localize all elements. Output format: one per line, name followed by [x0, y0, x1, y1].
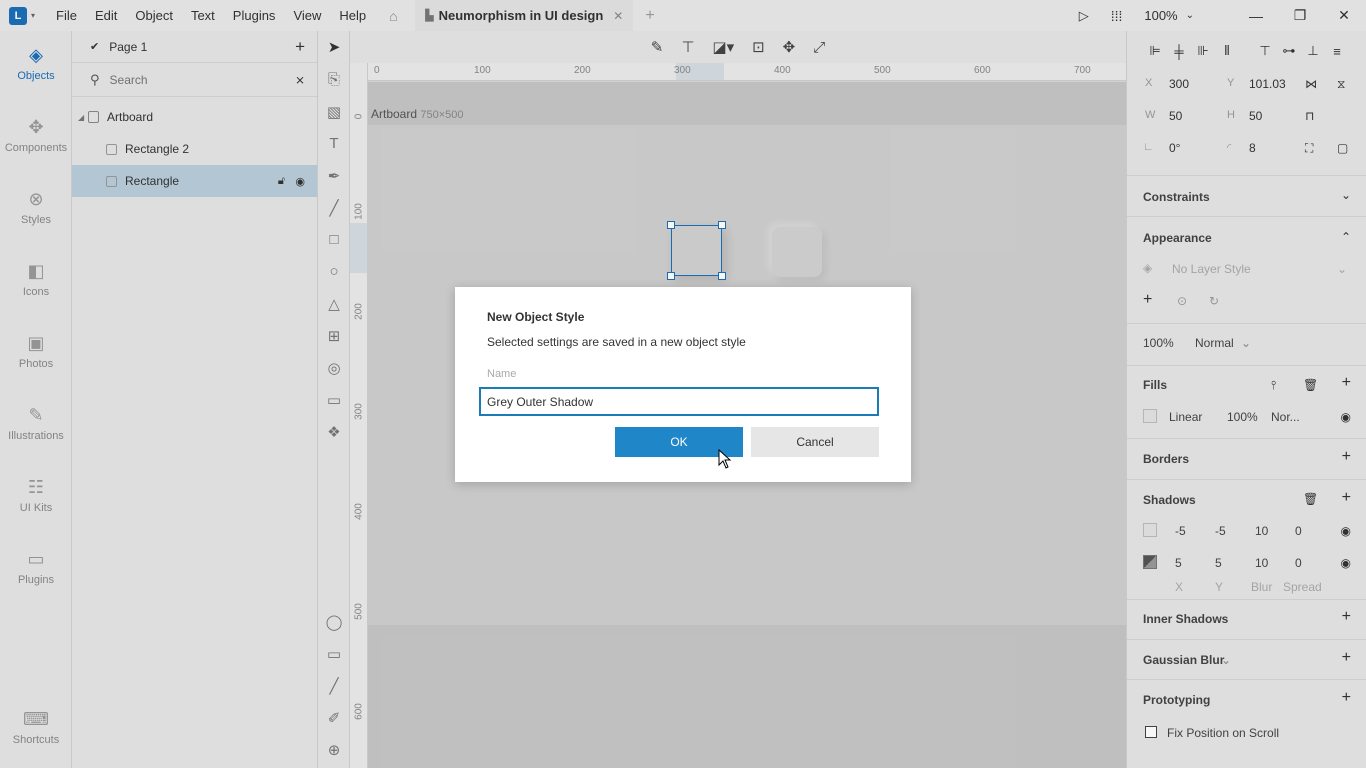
new-object-style-dialog: New Object Style Selected settings are s…	[455, 287, 911, 482]
dialog-title: New Object Style	[487, 310, 585, 324]
cancel-button[interactable]: Cancel	[751, 427, 879, 457]
dialog-description: Selected settings are saved in a new obj…	[487, 335, 746, 349]
style-name-input[interactable]	[479, 387, 879, 416]
name-label: Name	[487, 368, 517, 380]
mouse-cursor-icon	[718, 449, 732, 469]
